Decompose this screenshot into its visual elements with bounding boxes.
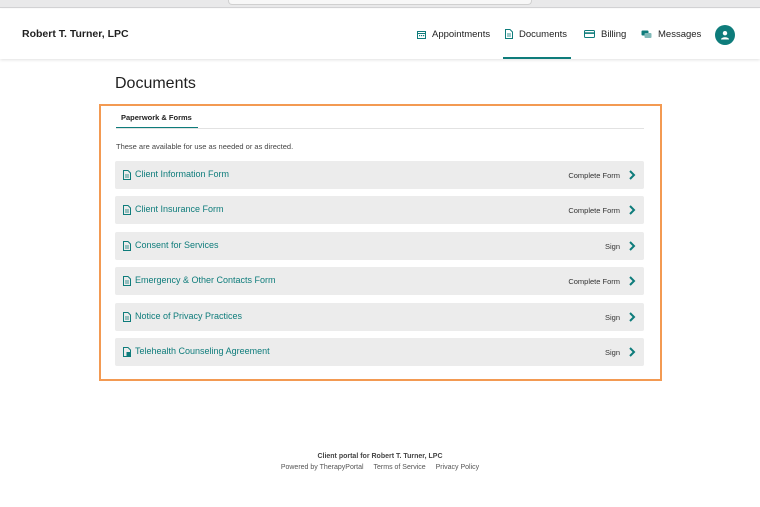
calendar-icon xyxy=(417,30,426,39)
chevron-right-icon[interactable] xyxy=(628,205,636,215)
document-row[interactable]: Notice of Privacy Practices Sign xyxy=(115,303,644,331)
document-row[interactable]: Consent for Services Sign xyxy=(115,232,644,260)
chevron-right-icon[interactable] xyxy=(628,276,636,286)
terms-link[interactable]: Terms of Service xyxy=(374,464,426,471)
document-name[interactable]: Telehealth Counseling Agreement xyxy=(135,346,270,356)
nav-messages[interactable]: Messages xyxy=(641,9,701,59)
document-row[interactable]: Client Information Form Complete Form xyxy=(115,161,644,189)
document-row[interactable]: Client Insurance Form Complete Form xyxy=(115,196,644,224)
document-icon xyxy=(123,276,131,286)
user-avatar[interactable] xyxy=(715,25,735,45)
document-action[interactable]: Complete Form xyxy=(568,206,620,215)
document-icon xyxy=(123,205,131,215)
nav-documents-label: Documents xyxy=(519,28,568,40)
document-icon xyxy=(123,312,131,322)
chevron-right-icon[interactable] xyxy=(628,312,636,322)
chevron-right-icon[interactable] xyxy=(628,241,636,251)
browser-toolbar xyxy=(0,0,760,8)
document-name[interactable]: Notice of Privacy Practices xyxy=(135,311,242,321)
nav-appointments-label: Appointments xyxy=(432,28,491,40)
documents-panel: Paperwork & Forms These are available fo… xyxy=(99,104,662,381)
active-nav-indicator xyxy=(503,57,571,59)
document-name[interactable]: Client Information Form xyxy=(135,169,229,179)
nav-messages-label: Messages xyxy=(658,28,702,40)
page-title: Documents xyxy=(115,75,196,92)
intro-text: These are available for use as needed or… xyxy=(116,142,294,151)
chat-icon xyxy=(641,30,652,38)
nav-appointments[interactable]: Appointments xyxy=(417,9,490,59)
document-name[interactable]: Consent for Services xyxy=(135,240,219,250)
nav-documents[interactable]: Documents xyxy=(503,9,571,59)
credit-card-icon xyxy=(584,30,595,38)
privacy-link[interactable]: Privacy Policy xyxy=(436,464,480,471)
document-icon xyxy=(123,170,131,180)
video-document-icon xyxy=(123,347,131,357)
document-action[interactable]: Sign xyxy=(605,242,620,251)
document-action[interactable]: Complete Form xyxy=(568,277,620,286)
footer-powered-by: Powered by TherapyPortal xyxy=(280,464,364,471)
top-header: Robert T. Turner, LPC Appointments Docum… xyxy=(0,9,760,59)
document-row[interactable]: Emergency & Other Contacts Form Complete… xyxy=(115,267,644,295)
document-action[interactable]: Complete Form xyxy=(568,171,620,180)
tab-divider xyxy=(116,128,644,129)
chevron-right-icon[interactable] xyxy=(628,347,636,357)
document-name[interactable]: Emergency & Other Contacts Form xyxy=(135,275,276,285)
document-action[interactable]: Sign xyxy=(605,313,620,322)
document-action[interactable]: Sign xyxy=(605,348,620,357)
document-name[interactable]: Client Insurance Form xyxy=(135,204,224,214)
footer-links: Powered by TherapyPortal Terms of Servic… xyxy=(0,464,760,471)
nav-billing[interactable]: Billing xyxy=(584,9,626,59)
page-footer: Client portal for Robert T. Turner, LPC … xyxy=(0,453,760,471)
document-icon xyxy=(505,29,513,39)
footer-portal-text: Client portal for Robert T. Turner, LPC xyxy=(317,453,443,460)
document-row[interactable]: Telehealth Counseling Agreement Sign xyxy=(115,338,644,366)
tab-paperwork-forms[interactable]: Paperwork & Forms xyxy=(116,113,197,128)
brand-name: Robert T. Turner, LPC xyxy=(22,28,129,40)
user-icon xyxy=(721,31,729,40)
chevron-right-icon[interactable] xyxy=(628,170,636,180)
nav-billing-label: Billing xyxy=(601,28,627,40)
document-icon xyxy=(123,241,131,251)
address-bar[interactable] xyxy=(228,0,532,5)
